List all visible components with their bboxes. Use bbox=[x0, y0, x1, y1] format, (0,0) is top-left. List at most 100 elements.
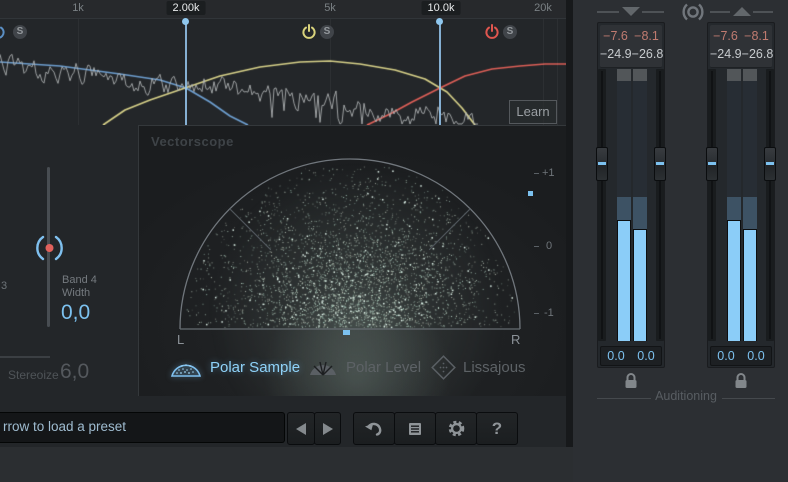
crossover-freq-label-10k[interactable]: 10.0k bbox=[421, 1, 461, 15]
band1-solo-button[interactable]: S bbox=[13, 25, 27, 39]
learn-button[interactable]: Learn bbox=[509, 100, 557, 124]
band4-width-slider-handle[interactable] bbox=[34, 233, 65, 263]
auditioning-line bbox=[722, 398, 775, 399]
band4-power-icon[interactable] bbox=[484, 24, 500, 40]
vectorscope-title: Vectorscope bbox=[151, 134, 234, 149]
input-lock-icon[interactable] bbox=[623, 371, 639, 390]
prev-arrow-icon bbox=[296, 422, 306, 435]
band3-solo-button[interactable]: S bbox=[320, 25, 334, 39]
polar-sample-icon bbox=[170, 363, 202, 377]
scope-scale-minus1: -1 bbox=[544, 307, 554, 319]
output-fader-rail-right[interactable] bbox=[766, 69, 774, 341]
tab-lissajous-label: Lissajous bbox=[463, 358, 526, 376]
output-gain-readout[interactable]: 0.0 0.0 bbox=[710, 346, 772, 366]
main-panel: 1k 2.00k 5k 10.0k 20k S S S Learn 3 Band… bbox=[0, 0, 569, 447]
tab-polar-sample[interactable]: Polar Sample bbox=[169, 350, 300, 384]
preset-next-button[interactable] bbox=[314, 412, 341, 445]
output-rms-left: −24.9 bbox=[710, 47, 742, 61]
metering-panel: −7.6 −8.1 −24.9 −26.8 0.0 0.0 −7.6 −8.1 … bbox=[573, 0, 788, 482]
list-icon bbox=[409, 422, 421, 435]
gridline-1k bbox=[78, 19, 79, 125]
crossover-handle-10k[interactable] bbox=[436, 18, 443, 25]
input-rms-right: −26.8 bbox=[631, 47, 664, 61]
preset-field[interactable]: rrow to load a preset bbox=[0, 412, 285, 443]
vectorscope-panel: Vectorscope +1 0 -1 L R Polar Sample Pol… bbox=[138, 125, 569, 396]
next-arrow-icon bbox=[322, 422, 333, 435]
output-expand-icon[interactable] bbox=[733, 7, 751, 16]
output-level-readout: −7.6 −8.1 −24.9 −26.8 bbox=[710, 25, 774, 68]
input-fader-rail-right[interactable] bbox=[656, 69, 664, 341]
input-level-readout: −7.6 −8.1 −24.9 −26.8 bbox=[600, 25, 664, 68]
header-line bbox=[753, 11, 773, 13]
band4-width-label: Width bbox=[62, 287, 91, 299]
input-meter-group: −7.6 −8.1 −24.9 −26.8 0.0 0.0 bbox=[596, 22, 666, 368]
input-fader-rail-left[interactable] bbox=[598, 69, 606, 341]
band4-label: Band 4 bbox=[62, 274, 97, 286]
stereoize-divider bbox=[0, 356, 50, 358]
output-meter-zone bbox=[706, 69, 776, 342]
tab-lissajous[interactable]: Lissajous bbox=[431, 350, 526, 384]
scope-right-label: R bbox=[511, 332, 521, 347]
output-gain-fader-right[interactable] bbox=[764, 147, 776, 181]
spectrum-right-edge bbox=[557, 19, 558, 125]
header-line bbox=[710, 11, 730, 13]
help-button[interactable]: ? bbox=[476, 412, 518, 445]
gear-icon bbox=[448, 420, 464, 437]
auditioning-label: Auditioning bbox=[655, 389, 717, 403]
input-gain-readout[interactable]: 0.0 0.0 bbox=[600, 346, 662, 366]
auditioning-line bbox=[597, 398, 651, 399]
input-collapse-icon[interactable] bbox=[622, 7, 640, 16]
preset-manager-button[interactable] bbox=[394, 412, 436, 445]
header-line bbox=[642, 11, 664, 13]
polar-level-icon bbox=[310, 361, 336, 376]
band3-label-fragment: 3 bbox=[1, 280, 8, 292]
band4-width-value[interactable]: 0,0 bbox=[61, 301, 90, 325]
output-gain-left: 0.0 bbox=[717, 349, 735, 363]
input-meter-bar-left bbox=[617, 69, 631, 341]
settings-button[interactable] bbox=[435, 412, 477, 445]
input-peak-left: −7.6 bbox=[603, 29, 628, 43]
crossover-handle-2k[interactable] bbox=[182, 18, 189, 25]
header-line bbox=[597, 11, 619, 13]
undo-icon bbox=[365, 422, 382, 436]
output-fader-rail-left[interactable] bbox=[708, 69, 716, 341]
band4-solo-button[interactable]: S bbox=[503, 25, 517, 39]
tab-polar-level-label: Polar Level bbox=[346, 358, 422, 376]
input-meter-bar-right bbox=[633, 69, 647, 341]
band3-power-icon[interactable] bbox=[301, 24, 317, 40]
output-meter-bar-right bbox=[743, 69, 757, 341]
input-gain-fader-left[interactable] bbox=[596, 147, 608, 181]
scope-tick-plus1 bbox=[534, 173, 539, 174]
output-gain-fader-left[interactable] bbox=[706, 147, 718, 181]
output-peak-left: −7.6 bbox=[713, 29, 738, 43]
crossover-line-10k[interactable] bbox=[439, 22, 441, 125]
preset-prev-button[interactable] bbox=[287, 412, 315, 445]
stereoize-value[interactable]: 6,0 bbox=[60, 360, 89, 384]
input-gain-fader-right[interactable] bbox=[654, 147, 666, 181]
panel-divider bbox=[566, 0, 573, 447]
undo-button[interactable] bbox=[353, 412, 395, 445]
scope-scale-plus1: +1 bbox=[542, 167, 555, 179]
help-icon: ? bbox=[491, 418, 503, 438]
input-gain-right: 0.0 bbox=[637, 349, 655, 363]
output-rms-right: −26.8 bbox=[741, 47, 774, 61]
scope-level-marker bbox=[528, 191, 533, 196]
output-gain-right: 0.0 bbox=[747, 349, 765, 363]
tab-polar-level[interactable]: Polar Level bbox=[307, 350, 421, 384]
band1-power-icon[interactable] bbox=[0, 24, 6, 40]
tab-polar-sample-label: Polar Sample bbox=[210, 358, 301, 376]
output-lock-icon[interactable] bbox=[733, 371, 749, 390]
scope-tick-minus1 bbox=[534, 313, 539, 314]
freq-label-1k: 1k bbox=[72, 2, 84, 14]
output-meter-bar-left bbox=[727, 69, 741, 341]
crossover-line-2k[interactable] bbox=[185, 22, 187, 125]
output-meter-group: −7.6 −8.1 −24.9 −26.8 0.0 0.0 bbox=[706, 22, 776, 368]
freq-label-20k: 20k bbox=[534, 2, 552, 14]
freq-label-5k: 5k bbox=[324, 2, 336, 14]
stereo-link-icon[interactable] bbox=[679, 3, 707, 21]
crossover-freq-label-2k[interactable]: 2.00k bbox=[166, 1, 206, 15]
input-rms-left: −24.9 bbox=[600, 47, 632, 61]
spectrum-analyzer bbox=[0, 18, 568, 125]
output-peak-right: −8.1 bbox=[744, 29, 769, 43]
preset-text: rrow to load a preset bbox=[3, 419, 127, 434]
